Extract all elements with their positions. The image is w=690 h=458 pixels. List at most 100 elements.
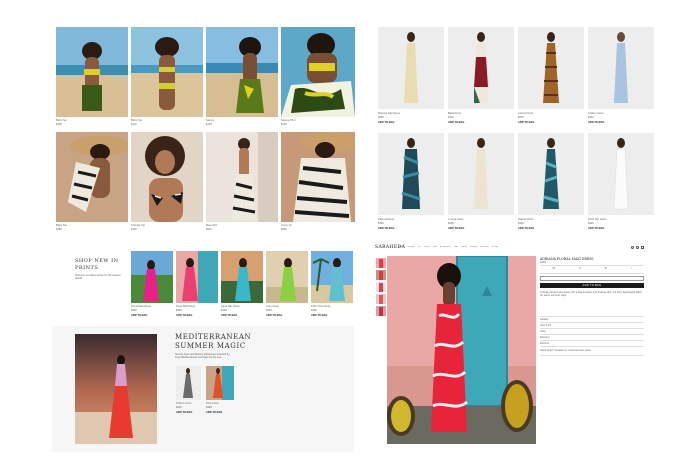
product-image[interactable] [206, 27, 278, 117]
product-name[interactable]: Sarong Print [281, 119, 341, 122]
nav-item[interactable]: NEW IN [398, 246, 404, 250]
main-product-image[interactable] [387, 256, 536, 444]
add-to-bag-link[interactable]: ADD TO BAG [448, 227, 488, 230]
nav-item[interactable]: ABOUT [461, 246, 466, 250]
product-image[interactable] [588, 27, 654, 109]
size-option[interactable]: S [579, 267, 581, 272]
product-name[interactable]: Azalea Gown [588, 112, 650, 115]
product-image[interactable] [131, 132, 203, 222]
product-name[interactable]: Rosa Midi Dress [176, 305, 216, 308]
product-image[interactable] [378, 133, 444, 215]
product-name[interactable]: Bikini Set [56, 224, 116, 227]
add-to-bag-link[interactable]: ADD TO BAG [221, 314, 251, 317]
add-to-bag-button[interactable]: ADD TO BAG [540, 283, 644, 288]
product-name[interactable]: Maxi Skirt [206, 224, 266, 227]
product-image[interactable] [311, 251, 353, 303]
nav-item[interactable]: SKIRTS [424, 246, 430, 250]
thumbnail[interactable] [376, 282, 386, 292]
product-image[interactable] [281, 27, 355, 117]
product-name[interactable]: Paloma Dress [378, 218, 440, 221]
add-to-bag-link[interactable]: ADD TO BAG [176, 411, 202, 414]
accordion-care[interactable]: Care [540, 330, 600, 333]
product-image[interactable] [56, 27, 128, 117]
add-to-bag-label: ADD TO BAG [582, 284, 602, 287]
product-name[interactable]: Palm Print Dress [311, 305, 351, 308]
add-to-bag-link[interactable]: ADD TO BAG [131, 314, 161, 317]
bag-icon[interactable] [641, 246, 644, 249]
product-name[interactable]: Valeria Dress [518, 218, 580, 221]
hero-image[interactable] [75, 334, 157, 444]
add-to-bag-link[interactable]: ADD TO BAG [206, 411, 232, 414]
add-to-bag-link[interactable]: ADD TO BAG [378, 227, 418, 230]
nav-item[interactable]: SALE [454, 246, 458, 250]
add-to-bag-link[interactable]: ADD TO BAG [448, 121, 488, 124]
accordion-returns[interactable]: Returns [540, 342, 600, 345]
product-name[interactable]: Triangle Top [131, 224, 191, 227]
product-image[interactable] [176, 366, 201, 400]
product-name[interactable]: Bikini Set [56, 119, 116, 122]
product-name[interactable]: Leonie Dress [518, 112, 580, 115]
product-image[interactable] [266, 251, 308, 303]
nav-item[interactable]: STOCKISTS [480, 246, 489, 250]
product-image[interactable] [448, 27, 514, 109]
thumbnail[interactable] [376, 270, 386, 280]
nav-item[interactable]: TOPS [417, 246, 421, 250]
product-image[interactable] [588, 133, 654, 215]
search-icon[interactable] [631, 246, 634, 249]
size-option[interactable]: XS [552, 267, 555, 272]
size-dropdown[interactable] [540, 276, 644, 281]
thumbnail[interactable] [376, 258, 386, 268]
product-name[interactable]: Print Dress [206, 402, 232, 405]
nav-item[interactable]: SWIM [433, 246, 437, 250]
add-to-bag-link[interactable]: ADD TO BAG [588, 227, 628, 230]
add-to-bag-link[interactable]: ADD TO BAG [518, 121, 558, 124]
product-name[interactable]: Lorena Gown [448, 218, 510, 221]
add-to-bag-link[interactable]: ADD TO BAG [518, 227, 558, 230]
product-name[interactable]: Lime Gown [266, 305, 306, 308]
product-image[interactable] [56, 132, 128, 222]
product-name[interactable]: Cover Up [281, 224, 341, 227]
add-to-bag-link[interactable]: ADD TO BAG [378, 121, 418, 124]
product-image[interactable] [518, 133, 584, 215]
nav-item[interactable]: JOURNAL [470, 246, 477, 250]
product-price: $385 [448, 222, 454, 225]
section-subtext: Discover our latest prints for the seaso… [75, 274, 121, 281]
account-icon[interactable] [636, 246, 639, 249]
add-to-bag-link[interactable]: ADD TO BAG [311, 314, 341, 317]
thumbnail[interactable] [376, 306, 386, 316]
product-name[interactable]: Nova Slip Gown [588, 218, 650, 221]
accordion-delivery[interactable]: Delivery [540, 336, 600, 339]
product-name[interactable]: Bikini Top [131, 119, 191, 122]
product-name[interactable]: Bella Dress [448, 112, 510, 115]
product-name[interactable]: Floral Maxi Dress [131, 305, 171, 308]
product-image[interactable] [378, 27, 444, 109]
product-name[interactable]: Aqua Slip Dress [221, 305, 261, 308]
product-image[interactable] [518, 27, 584, 109]
product-name[interactable]: Ombre Gown [176, 402, 202, 405]
product-price: $395 [206, 406, 212, 409]
product-image[interactable] [281, 132, 355, 222]
add-to-bag-link[interactable]: ADD TO BAG [176, 314, 206, 317]
product-image[interactable] [221, 251, 263, 303]
add-to-bag-link[interactable]: ADD TO BAG [266, 314, 296, 317]
nav-item[interactable]: ACCESSORIES [440, 246, 451, 250]
nav-item[interactable]: STORES [492, 246, 498, 250]
add-to-bag-link[interactable]: ADD TO BAG [588, 121, 628, 124]
accordion-details[interactable]: Details [540, 318, 600, 321]
product-image[interactable] [176, 251, 218, 303]
thumbnail[interactable] [376, 294, 386, 304]
product-image[interactable] [206, 366, 234, 400]
size-option[interactable]: L [631, 267, 632, 272]
accordion-size-fit[interactable]: Size & Fit [540, 324, 600, 327]
divider [540, 265, 644, 266]
product-name[interactable]: Sarong [206, 119, 266, 122]
product-name[interactable]: Mariana Slip Dress [378, 112, 440, 115]
size-option[interactable]: M [605, 267, 607, 272]
nav-item[interactable]: DRESSES [407, 246, 414, 250]
product-price: $165 [281, 123, 287, 126]
product-price: $395 [378, 116, 384, 119]
product-image[interactable] [131, 27, 203, 117]
product-image[interactable] [131, 251, 173, 303]
product-image[interactable] [206, 132, 278, 222]
product-image[interactable] [448, 133, 514, 215]
